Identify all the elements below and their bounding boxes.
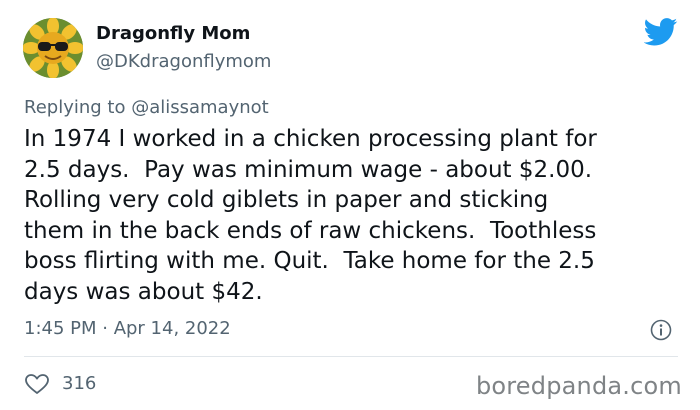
tweet-text-line: boss flirting with me. Quit. Take home f…: [24, 248, 595, 274]
info-icon[interactable]: [650, 319, 672, 341]
tweet-text: In 1974 I worked in a chicken processing…: [24, 124, 684, 307]
tweet-text-line: Rolling very cold giblets in paper and s…: [24, 187, 549, 213]
like-count: 316: [62, 373, 97, 394]
reply-mention-link[interactable]: @alissamaynot: [131, 97, 269, 118]
replying-prefix: Replying to: [24, 97, 132, 118]
author-handle[interactable]: @DKdragonflymom: [96, 51, 271, 73]
twitter-bird-icon[interactable]: [643, 18, 678, 46]
heart-icon[interactable]: [24, 373, 50, 395]
tweet-text-line: 2.5 days. Pay was minimum wage - about $…: [24, 156, 593, 183]
author-name[interactable]: Dragonfly Mom: [96, 23, 250, 45]
tweet-timestamp[interactable]: 1:45 PM · Apr 14, 2022: [24, 318, 231, 340]
tweet-text-line: days was about $42.: [24, 278, 263, 305]
avatar[interactable]: [23, 18, 83, 78]
replying-to-line: Replying to @alissamaynot: [24, 97, 269, 119]
watermark: boredpanda.com: [475, 372, 682, 400]
divider: [24, 356, 678, 357]
tweet-text-line: In 1974 I worked in a chicken processing…: [24, 126, 597, 152]
tweet-text-line: them in the back ends of raw chickens. T…: [24, 217, 597, 244]
